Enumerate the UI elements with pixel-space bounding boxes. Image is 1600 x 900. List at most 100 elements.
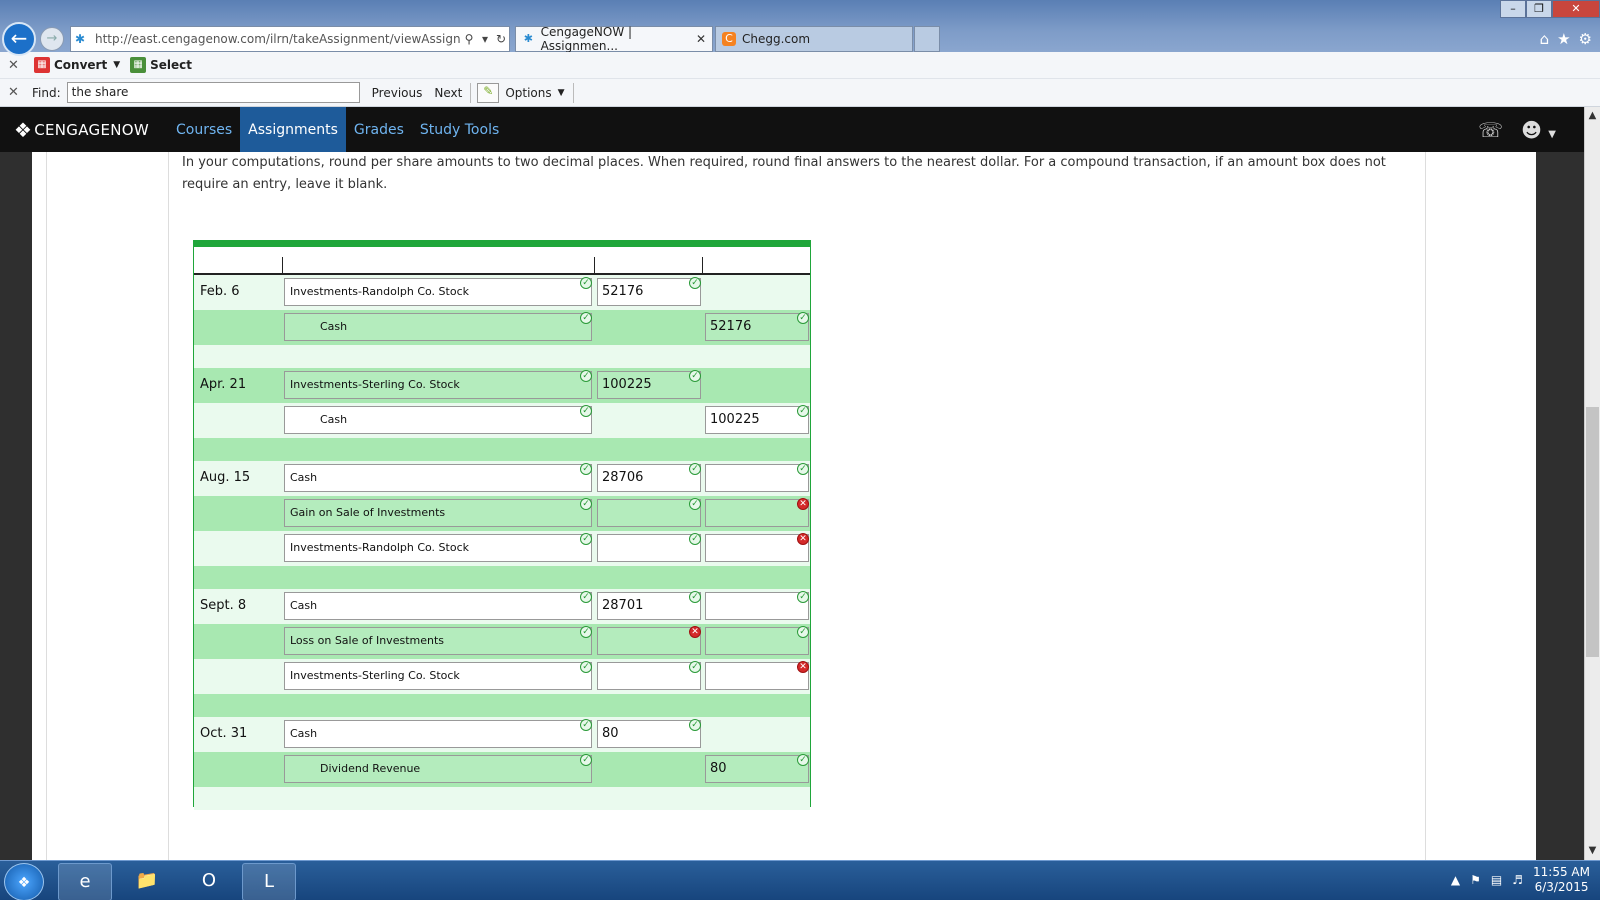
account-name: Gain on Sale of Investments [290, 506, 446, 519]
debit-input[interactable]: 100225 ✓ [597, 370, 701, 399]
error-x-icon: ✕ [797, 533, 809, 545]
credit-input[interactable]: ✕ [705, 661, 809, 690]
chevron-up-icon[interactable]: ▲ [1451, 873, 1460, 887]
next-button[interactable]: Next [434, 86, 462, 100]
home-icon[interactable]: ⌂ [1540, 30, 1550, 48]
lync-icon[interactable]: L [242, 863, 296, 900]
chevron-down-icon[interactable]: ▼ [558, 88, 565, 98]
scroll-thumb[interactable] [1586, 407, 1599, 657]
favorites-star-icon[interactable]: ★ [1557, 30, 1570, 48]
credit-input[interactable]: 80 ✓ [705, 754, 809, 783]
scroll-up-icon[interactable]: ▲ [1585, 107, 1600, 125]
nav-assignments[interactable]: Assignments [240, 107, 346, 152]
flag-icon[interactable]: ⚑ [1470, 873, 1481, 887]
forward-arrow-icon[interactable]: → [40, 27, 64, 51]
account-select[interactable]: Dividend Revenue ✓ [284, 754, 592, 783]
cengagenow-logo[interactable]: ❖ CENGAGENOW [0, 107, 168, 152]
debit-input[interactable]: 80 ✓ [597, 719, 701, 748]
check-icon: ✓ [797, 463, 809, 475]
debit-input[interactable]: 28706 ✓ [597, 463, 701, 492]
back-arrow-icon[interactable]: ← [2, 22, 36, 56]
check-icon: ✓ [580, 498, 592, 510]
credit-input[interactable]: ✕ [705, 498, 809, 527]
options-button[interactable]: Options [505, 86, 551, 100]
account-name: Cash [290, 727, 318, 740]
gear-icon[interactable]: ⚙ [1579, 30, 1592, 48]
entry-spacer [194, 438, 810, 461]
app-navbar: ❖ CENGAGENOW Courses Assignments Grades … [0, 107, 1584, 152]
close-icon[interactable]: ✕ [696, 32, 706, 46]
account-select[interactable]: Cash ✓ [284, 463, 592, 492]
content-area: In your computations, round per share am… [0, 152, 1584, 860]
volume-icon[interactable]: ♬ [1512, 873, 1523, 887]
nav-grades[interactable]: Grades [346, 107, 412, 152]
clock[interactable]: 11:55 AM 6/3/2015 [1533, 865, 1590, 895]
nav-courses[interactable]: Courses [168, 107, 240, 152]
credit-input[interactable]: ✓ [705, 463, 809, 492]
address-bar[interactable]: ✱ http://east.cengagenow.com/ilrn/takeAs… [70, 26, 510, 52]
convert-button[interactable]: ▦ Convert ▼ [34, 57, 120, 73]
credit-input[interactable]: ✓ [705, 591, 809, 620]
cengage-favicon-icon: ✱ [75, 32, 86, 46]
close-icon[interactable]: ✕ [8, 85, 24, 100]
network-icon[interactable]: ▤ [1491, 873, 1502, 887]
debit-input[interactable]: ✕ [597, 626, 701, 655]
minimize-icon[interactable]: – [1500, 0, 1526, 18]
debit-input[interactable]: ✓ [597, 498, 701, 527]
tab-chegg[interactable]: C Chegg.com [715, 26, 913, 52]
account-select[interactable]: Investments-Randolph Co. Stock ✓ [284, 533, 592, 562]
chevron-down-icon[interactable]: ▼ [113, 60, 120, 70]
vertical-scrollbar[interactable]: ▲ ▼ [1584, 107, 1600, 860]
entry-spacer [194, 566, 810, 589]
account-select[interactable]: Investments-Sterling Co. Stock ✓ [284, 370, 592, 399]
select-button[interactable]: ▦ Select [130, 57, 192, 73]
debit-input[interactable]: 28701 ✓ [597, 591, 701, 620]
address-text[interactable]: http://east.cengagenow.com/ilrn/takeAssi… [95, 32, 461, 46]
credit-input[interactable]: 100225 ✓ [705, 405, 809, 434]
user-icon[interactable]: ☻ ▼ [1521, 118, 1556, 142]
debit-input[interactable]: ✓ [597, 661, 701, 690]
table-header [194, 257, 810, 275]
chevron-down-icon[interactable]: ▾ [477, 32, 493, 46]
account-select[interactable]: Cash ✓ [284, 405, 592, 434]
credit-input[interactable]: ✓ [705, 626, 809, 655]
check-icon: ✓ [689, 533, 701, 545]
account-select[interactable]: Cash ✓ [284, 591, 592, 620]
credit-value: 52176 [710, 319, 752, 334]
credit-input[interactable]: 52176 ✓ [705, 312, 809, 341]
account-select[interactable]: Investments-Randolph Co. Stock ✓ [284, 277, 592, 306]
credit-input[interactable]: ✕ [705, 533, 809, 562]
restore-icon[interactable]: ❐ [1526, 0, 1552, 18]
pdf-convert-icon: ▦ [34, 57, 50, 73]
internet-explorer-icon[interactable]: e [58, 863, 112, 900]
browser-icons: ⌂ ★ ⚙ [1540, 30, 1592, 48]
account-select[interactable]: Investments-Sterling Co. Stock ✓ [284, 661, 592, 690]
error-x-icon: ✕ [797, 661, 809, 673]
refresh-icon[interactable]: ↻ [493, 32, 509, 46]
debit-input[interactable]: 52176 ✓ [597, 277, 701, 306]
close-icon[interactable]: ✕ [1552, 0, 1600, 18]
debit-input[interactable]: ✓ [597, 533, 701, 562]
pencil-icon[interactable]: ✎ [477, 82, 500, 103]
start-button[interactable]: ❖ [4, 863, 44, 900]
tab-cengagenow[interactable]: ✱ CengageNOW | Assignmen... ✕ [515, 25, 713, 53]
account-select[interactable]: Cash ✓ [284, 719, 592, 748]
scroll-down-icon[interactable]: ▼ [1585, 842, 1600, 860]
outlook-icon[interactable]: O [182, 863, 236, 900]
account-select[interactable]: Cash ✓ [284, 312, 592, 341]
search-icon[interactable]: ⚲ [461, 32, 477, 46]
new-tab-button[interactable] [914, 26, 940, 52]
cengage-favicon-icon: ✱ [523, 32, 533, 45]
table-top-bar [194, 241, 810, 247]
nav-study-tools[interactable]: Study Tools [412, 107, 507, 152]
account-select[interactable]: Loss on Sale of Investments ✓ [284, 626, 592, 655]
divider [168, 152, 169, 860]
account-select[interactable]: Gain on Sale of Investments ✓ [284, 498, 592, 527]
entry-date: Oct. 31 [200, 726, 248, 741]
previous-button[interactable]: Previous [372, 86, 423, 100]
headset-icon[interactable]: ☏ [1478, 118, 1503, 142]
file-explorer-icon[interactable]: 📁 [120, 863, 174, 900]
find-input[interactable]: the share [66, 82, 360, 103]
close-icon[interactable]: ✕ [8, 58, 24, 73]
journal-row: Investments-Sterling Co. Stock ✓ ✓ ✕ [194, 659, 810, 694]
